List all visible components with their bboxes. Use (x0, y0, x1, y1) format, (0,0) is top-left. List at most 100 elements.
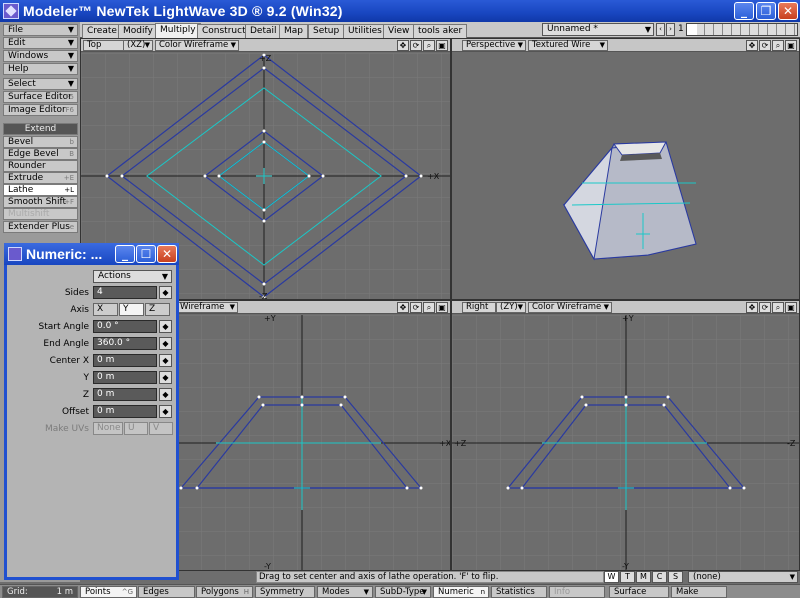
tab-view[interactable]: View (383, 24, 415, 38)
move-view-icon[interactable]: ✥ (746, 302, 758, 313)
center-y-stepper[interactable]: ◆ (159, 371, 172, 384)
layer-prev-button[interactable]: ‹ (656, 23, 665, 36)
offset-input[interactable]: 0 m (93, 405, 157, 418)
zoom-icon[interactable]: ⌕ (772, 40, 784, 51)
view-type-select[interactable]: Perspective ▼ (462, 40, 526, 51)
make-uvs-none-button[interactable]: None (93, 422, 123, 435)
maximize-button[interactable]: ☐ (136, 245, 156, 263)
render-mode-select[interactable]: Color Wireframe ▼ (528, 302, 612, 313)
start-angle-input[interactable]: 0.0 ° (93, 320, 157, 333)
tab-utilities[interactable]: Utilities (343, 24, 387, 38)
center-z-input[interactable]: 0 m (93, 388, 157, 401)
render-mode-select[interactable]: Textured Wire ▼ (528, 40, 608, 51)
menu-file[interactable]: File ▼ (3, 24, 78, 36)
color-map-button[interactable]: C (652, 571, 667, 583)
tab-construct[interactable]: Construct (197, 24, 251, 38)
polygons-mode-button[interactable]: Polygons H (196, 586, 253, 598)
symmetry-button[interactable]: Symmetry (255, 586, 315, 598)
center-y-input[interactable]: 0 m (93, 371, 157, 384)
center-x-stepper[interactable]: ◆ (159, 354, 172, 367)
menu-windows[interactable]: Windows ▼ (3, 50, 78, 62)
image-editor-button[interactable]: Image Editor F6 (3, 104, 78, 116)
selection-set-button[interactable]: S (668, 571, 683, 583)
axis-z-button[interactable]: Z (145, 303, 170, 316)
zoom-icon[interactable]: ⌕ (772, 302, 784, 313)
sides-stepper[interactable]: ◆ (159, 286, 172, 299)
smooth-shift-button[interactable]: Smooth Shift +F (3, 196, 78, 208)
view-axes-select[interactable]: (XZ) ▼ (123, 40, 153, 51)
start-angle-stepper[interactable]: ◆ (159, 320, 172, 333)
maximize-viewport-icon[interactable]: ▣ (785, 40, 797, 51)
maximize-viewport-icon[interactable]: ▣ (785, 302, 797, 313)
texture-map-button[interactable]: T (620, 571, 635, 583)
end-angle-input[interactable]: 360.0 ° (93, 337, 157, 350)
center-z-stepper[interactable]: ◆ (159, 388, 172, 401)
minimize-button[interactable]: _ (115, 245, 135, 263)
axis-y-button[interactable]: Y (119, 303, 144, 316)
close-button[interactable]: ✕ (157, 245, 177, 263)
extender-plus-button[interactable]: Extender Plus e (3, 221, 78, 233)
minimize-button[interactable]: _ (734, 2, 754, 20)
tab-map[interactable]: Map (279, 24, 308, 38)
select-menu[interactable]: Select ▼ (3, 78, 78, 90)
tab-create[interactable]: Create (82, 24, 122, 38)
surface-editor-button[interactable]: Surface Editor F5 (3, 91, 78, 103)
surface-button[interactable]: Surface (609, 586, 669, 598)
move-view-icon[interactable]: ✥ (397, 302, 409, 313)
subd-type-dropdown[interactable]: SubD-Type ▼ (375, 586, 431, 598)
make-uvs-u-button[interactable]: U (124, 422, 148, 435)
zoom-icon[interactable]: ⌕ (423, 40, 435, 51)
rotate-view-icon[interactable]: ⟳ (410, 302, 422, 313)
layer-strip[interactable] (686, 23, 798, 36)
move-view-icon[interactable]: ✥ (746, 40, 758, 51)
close-button[interactable]: ✕ (778, 2, 798, 20)
edge-bevel-button[interactable]: Edge Bevel B (3, 148, 78, 160)
tab-detail[interactable]: Detail (245, 24, 282, 38)
menu-help[interactable]: Help ▼ (3, 63, 78, 75)
make-button[interactable]: Make (671, 586, 727, 598)
numeric-button[interactable]: Numeric n (433, 586, 489, 598)
render-mode-select[interactable]: Color Wireframe ▼ (155, 40, 239, 51)
tab-tools-aker[interactable]: tools aker (413, 24, 468, 38)
vertex-map-select[interactable]: (none) ▼ (688, 571, 798, 583)
center-x-input[interactable]: 0 m (93, 354, 157, 367)
lathe-button[interactable]: Lathe +L (3, 184, 78, 196)
rotate-view-icon[interactable]: ⟳ (410, 40, 422, 51)
multishift-button[interactable]: Multishift (3, 208, 78, 220)
render-mode-select[interactable]: Wireframe ▼ (176, 302, 238, 313)
bevel-button[interactable]: Bevel b (3, 136, 78, 148)
end-angle-stepper[interactable]: ◆ (159, 337, 172, 350)
modes-dropdown[interactable]: Modes ▼ (317, 586, 373, 598)
view-type-select[interactable]: Right (462, 302, 496, 313)
weight-map-button[interactable]: W (604, 571, 619, 583)
tab-multiply[interactable]: Multiply (155, 23, 201, 38)
numeric-title-bar[interactable]: Numeric: ... _ ☐ ✕ (4, 243, 179, 265)
edges-mode-button[interactable]: Edges (138, 586, 195, 598)
morph-map-button[interactable]: M (636, 571, 651, 583)
axis-x-button[interactable]: X (93, 303, 118, 316)
sides-input[interactable]: 4 (93, 286, 157, 299)
move-view-icon[interactable]: ✥ (397, 40, 409, 51)
menu-edit[interactable]: Edit ▼ (3, 37, 78, 49)
points-mode-button[interactable]: Points ^G (80, 586, 137, 598)
object-select[interactable]: Unnamed * ▼ (542, 23, 654, 36)
info-button[interactable]: Info (549, 586, 605, 598)
restore-button[interactable]: ❐ (756, 2, 776, 20)
viewport-right[interactable]: Right (ZY) ▼ Color Wireframe ▼ ✥ ⟳ ⌕ ▣ +… (451, 300, 800, 571)
offset-stepper[interactable]: ◆ (159, 405, 172, 418)
layer-next-button[interactable]: › (666, 23, 675, 36)
rounder-button[interactable]: Rounder (3, 160, 78, 172)
view-axes-select[interactable]: (ZY) ▼ (496, 302, 526, 313)
zoom-icon[interactable]: ⌕ (423, 302, 435, 313)
actions-dropdown[interactable]: Actions ▼ (93, 270, 172, 283)
rotate-view-icon[interactable]: ⟳ (759, 302, 771, 313)
maximize-viewport-icon[interactable]: ▣ (436, 302, 448, 313)
make-uvs-v-button[interactable]: V (149, 422, 173, 435)
extrude-button[interactable]: Extrude +E (3, 172, 78, 184)
viewport-perspective[interactable]: Perspective ▼ Textured Wire ▼ ✥ ⟳ ⌕ ▣ (451, 38, 800, 300)
rotate-view-icon[interactable]: ⟳ (759, 40, 771, 51)
maximize-viewport-icon[interactable]: ▣ (436, 40, 448, 51)
tab-modify[interactable]: Modify (118, 24, 158, 38)
tab-setup[interactable]: Setup (308, 24, 345, 38)
statistics-button[interactable]: Statistics (491, 586, 547, 598)
